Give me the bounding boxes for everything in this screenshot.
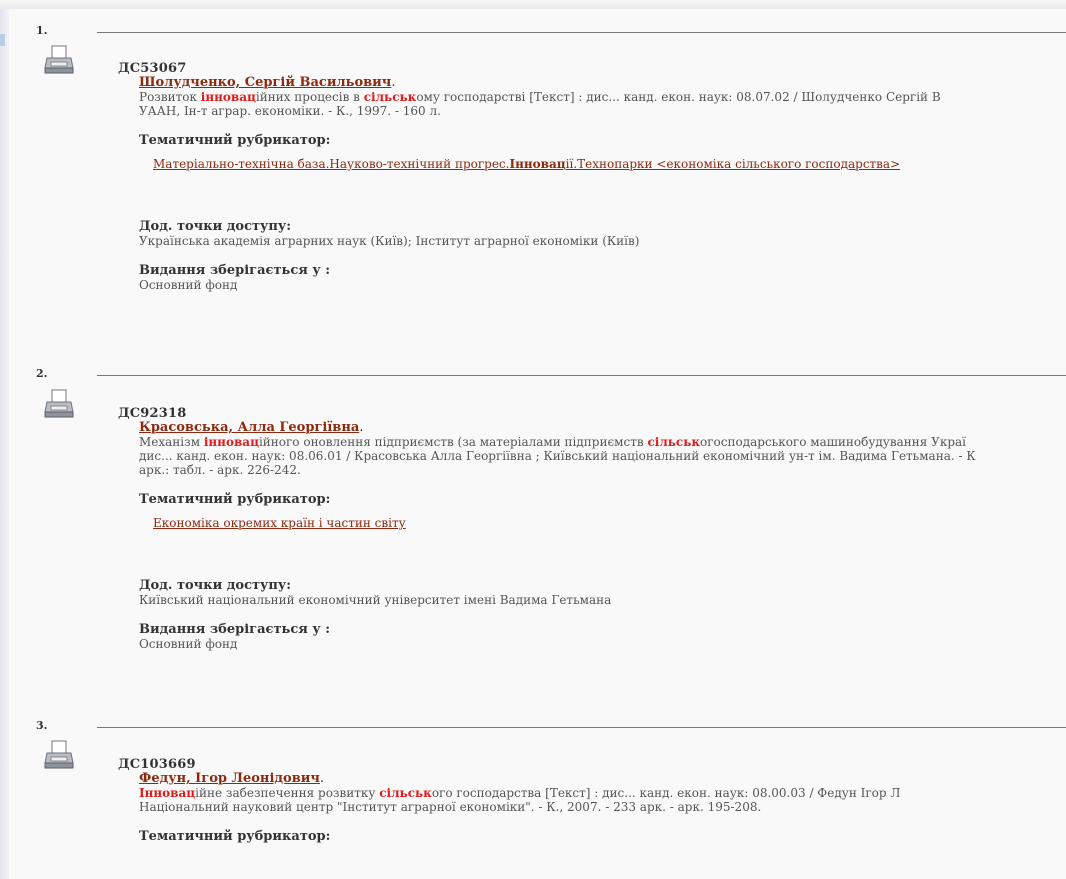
author-period: .: [391, 75, 396, 90]
description-line: дис... канд. екон. наук: 08.06.01 / Крас…: [139, 449, 976, 463]
storage-heading: Видання зберігається у :: [139, 263, 331, 278]
left-edge-accent: [0, 34, 5, 46]
result-record: 3. ДС103669 Федун, Ігор Леонідович. Інно…: [9, 719, 1066, 879]
author-line: Федун, Ігор Леонідович.: [118, 772, 1066, 786]
rubric-text[interactable]: ії.Технопарки <економіка сільського госп…: [566, 157, 901, 171]
access-points-value: Українська академія аграрних наук (Київ)…: [139, 234, 640, 248]
storage-heading: Видання зберігається у :: [139, 622, 331, 637]
description-line: УААН, Ін-т аграр. економіки. - К., 1997.…: [139, 104, 441, 118]
window-top-edge: [0, 0, 1066, 9]
desc-text: ійних процесів в: [255, 90, 364, 104]
search-results: 1. ДС53067 Шолудченко, Сергій Васильович…: [9, 9, 1066, 879]
search-highlight: сільськ: [647, 435, 701, 449]
search-highlight: інновац: [203, 435, 259, 449]
desc-text: ійне забезпечення розвитку: [195, 786, 380, 800]
result-record: 1. ДС53067 Шолудченко, Сергій Васильович…: [9, 9, 1066, 364]
search-highlight: сільськ: [379, 786, 432, 800]
search-highlight: інновац: [200, 90, 256, 104]
result-record: 2. ДС92318 Красовська, Алла Георгіївна. …: [9, 364, 1066, 725]
record-body: ДС103669 Федун, Ігор Леонідович. Інновац…: [118, 758, 1066, 844]
desc-text: ійного оновлення підприємств (за матеріа…: [258, 435, 648, 449]
access-points-value: Київський національний економічний уніве…: [139, 593, 612, 607]
printer-icon[interactable]: [44, 739, 74, 771]
author-period: .: [359, 420, 364, 435]
printer-icon[interactable]: [44, 44, 74, 76]
shelf-mark: ДС92318: [118, 406, 187, 421]
description-line: арк.: табл. - арк. 226-242.: [139, 463, 301, 477]
rubric-link[interactable]: Матеріально-технічна база.Науково-техніч…: [118, 157, 1066, 171]
record-divider: [97, 32, 1066, 33]
author-period: .: [319, 771, 325, 786]
record-number: 1.: [36, 24, 48, 37]
rubric-text[interactable]: Матеріально-технічна база.Науково-техніч…: [153, 157, 509, 171]
rubricator-heading: Тематичний рубрикатор:: [139, 492, 331, 507]
access-points-heading: Дод. точки доступу:: [139, 219, 292, 234]
description-line: Механізм інноваційного оновлення підприє…: [118, 435, 1066, 449]
author-link[interactable]: Красовська, Алла Георгіївна: [139, 420, 359, 435]
author-link[interactable]: Шолудченко, Сергій Васильович: [139, 75, 391, 90]
desc-text: ому господарстві [Текст] : дис... канд. …: [416, 90, 941, 104]
storage-value: Основний фонд: [139, 637, 238, 651]
record-body: ДС53067 Шолудченко, Сергій Васильович. Р…: [118, 61, 1066, 293]
rubricator-heading: Тематичний рубрикатор:: [139, 829, 331, 844]
desc-text: огосподарського машинобудування Украї: [700, 435, 966, 449]
record-number: 2.: [36, 367, 48, 380]
description-line: Розвиток інноваційних процесів в сільськ…: [118, 90, 1066, 104]
record-body: ДС92318 Красовська, Алла Георгіївна. Мех…: [118, 406, 1066, 652]
author-link[interactable]: Федун, Ігор Леонідович: [139, 771, 320, 786]
record-number: 3.: [36, 719, 48, 732]
desc-text: Розвиток: [139, 90, 201, 104]
author-line: Красовська, Алла Георгіївна.: [118, 421, 1066, 435]
desc-text: Механізм: [139, 435, 204, 449]
description-line: Національний науковий центр "Інститут аг…: [139, 800, 762, 814]
rubricator-heading: Тематичний рубрикатор:: [139, 133, 331, 148]
record-divider: [97, 375, 1066, 376]
record-divider: [97, 727, 1066, 728]
access-points-heading: Дод. точки доступу:: [139, 578, 292, 593]
rubric-link[interactable]: Економіка окремих країн і частин світу: [118, 516, 1066, 530]
rubric-highlight[interactable]: Інновац: [509, 157, 565, 171]
storage-value: Основний фонд: [139, 278, 238, 292]
author-line: Шолудченко, Сергій Васильович.: [118, 76, 1066, 90]
description-line: Інноваційне забезпечення розвитку сільсь…: [118, 786, 1066, 800]
window-left-edge: [0, 9, 9, 879]
search-highlight: сільськ: [363, 90, 417, 104]
search-highlight: Інновац: [139, 786, 196, 800]
shelf-mark: ДС53067: [118, 61, 187, 76]
desc-text: ого господарства [Текст] : дис... канд. …: [431, 786, 901, 800]
shelf-mark: ДС103669: [118, 757, 196, 772]
printer-icon[interactable]: [44, 388, 74, 420]
